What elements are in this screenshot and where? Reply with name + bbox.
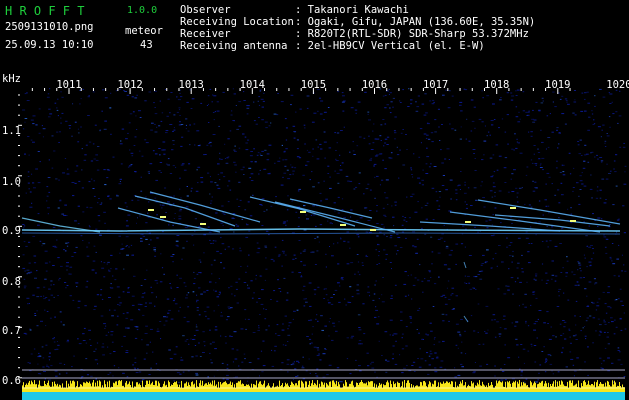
signal-level-strip [22,380,625,400]
meteor-trace [463,315,469,323]
x-tick-label: 1013 [179,79,204,91]
x-tick-label: 1015 [301,79,326,91]
signal-traces [21,191,625,379]
x-tick-label: 1011 [56,79,81,91]
x-tick-label: 1016 [362,79,387,91]
meteor-echo [465,221,471,223]
y-tick-label: 0.6 [2,375,21,387]
meteor-trace [117,207,221,233]
meteor-echo [340,224,346,226]
carrier-trace [21,232,621,235]
x-tick-label: 1017 [423,79,448,91]
meteor-echo [200,223,206,225]
noise-field [22,88,627,383]
meteor-trace [274,201,396,233]
x-tick-label: 1012 [117,79,142,91]
meteor-trace [463,261,467,269]
meteor-echo [160,216,166,218]
x-tick-label: 1019 [545,79,570,91]
meteor-echo [370,229,376,231]
y-unit-label: kHz [2,73,21,85]
meteor-echo [148,209,154,211]
y-tick-label: 0.8 [2,276,21,288]
x-tick-label: 1020 [606,79,629,91]
meteor-trace [477,199,621,225]
meteor-echo [300,211,306,213]
meteor-echo [510,207,516,209]
spectrogram: 1011 1012 1013 1014 1015 1016 1017 1018 1019 1020… [2,73,629,400]
meteor-trace [149,191,261,223]
x-tick-label: 1018 [484,79,509,91]
x-tick-label: 1014 [240,79,265,91]
meteor-echo [570,220,576,222]
